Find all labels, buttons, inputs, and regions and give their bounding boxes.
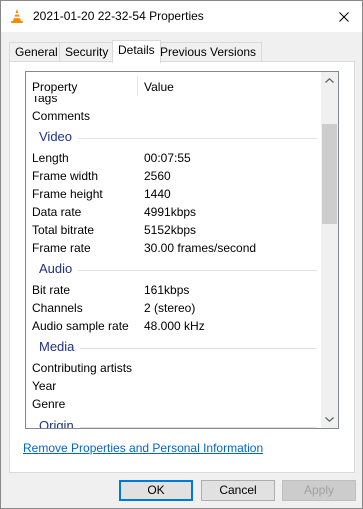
property-value: 161kbps [144,283,190,297]
group-label: Media [39,339,81,354]
property-name: Year [32,379,57,393]
cancel-button[interactable]: Cancel [201,480,275,501]
property-value: 48.000 kHz [144,319,205,333]
group-label: Audio [39,261,79,276]
tab-details[interactable]: Details [112,40,161,63]
vertical-scrollbar[interactable] [321,72,338,428]
properties-dialog: 2021-01-20 22-32-54 Properties General S… [0,0,363,509]
property-name: Frame height [32,187,103,201]
scroll-thumb[interactable] [322,124,337,224]
group-header-video[interactable]: Video [26,127,323,147]
group-divider [39,270,317,271]
property-name: Bit rate [32,283,71,297]
details-panel: Property Value Tags Comments Video Lengt… [9,61,355,473]
column-header-property[interactable]: Property [32,80,77,94]
scroll-down-button[interactable] [321,411,338,428]
property-name: Frame rate [32,241,91,255]
group-header-audio[interactable]: Audio [26,259,323,279]
property-name: Contributing artists [32,361,133,375]
group-header-media[interactable]: Media [26,337,323,357]
group-divider [39,427,317,428]
property-name: Tags [32,96,58,105]
list-item[interactable]: Bit rate 161kbps [32,281,322,299]
property-name: Data rate [32,205,82,219]
group-label: Origin [39,418,80,428]
list-item[interactable]: Tags [32,96,322,107]
close-icon [339,11,349,22]
group-header-origin[interactable]: Origin [26,416,323,428]
list-item[interactable]: Frame width 2560 [32,167,322,185]
vlc-cone-icon [9,8,25,24]
property-name: Channels [32,301,83,315]
list-item[interactable]: Genre [32,395,322,413]
title-bar[interactable]: 2021-01-20 22-32-54 Properties [1,1,362,32]
tab-general[interactable]: General [9,42,64,62]
list-item[interactable]: Year [32,377,322,395]
list-item[interactable]: Channels 2 (stereo) [32,299,322,317]
column-header: Property Value [26,72,323,96]
property-name: Length [32,151,69,165]
chevron-down-icon [325,417,334,422]
list-item[interactable]: Data rate 4991kbps [32,203,322,221]
apply-button[interactable]: Apply [282,480,356,501]
group-divider [39,348,317,349]
property-value: 4991kbps [144,205,197,219]
property-name: Total bitrate [32,223,95,237]
column-separator[interactable] [137,76,138,96]
properties-list[interactable]: Property Value Tags Comments Video Lengt… [25,71,339,429]
tab-strip: General Security Details Previous Versio… [9,40,355,63]
property-rows: Tags Comments Video Length 00:07:55 Fram… [26,96,323,428]
property-value: 5152kbps [144,223,197,237]
list-item[interactable]: Length 00:07:55 [32,149,322,167]
property-value: 00:07:55 [144,151,191,165]
remove-properties-link[interactable]: Remove Properties and Personal Informati… [23,441,263,455]
property-name: Comments [32,109,91,123]
close-button[interactable] [326,1,362,32]
property-name: Frame width [32,169,99,183]
property-value: 2 (stereo) [144,301,196,315]
list-item[interactable]: Total bitrate 5152kbps [32,221,322,239]
scroll-up-button[interactable] [321,72,338,89]
property-value: 2560 [144,169,171,183]
property-name: Audio sample rate [32,319,129,333]
chevron-up-icon [325,78,334,83]
column-header-value[interactable]: Value [144,80,174,94]
group-label: Video [39,129,79,144]
property-value: 30.00 frames/second [144,241,257,255]
list-item[interactable]: Audio sample rate 48.000 kHz [32,317,322,335]
list-item[interactable]: Comments [32,107,322,125]
property-name: Genre [32,397,66,411]
list-item[interactable]: Contributing artists [32,359,322,377]
list-item[interactable]: Frame rate 30.00 frames/second [32,239,322,257]
group-divider [39,138,317,139]
ok-button[interactable]: OK [119,480,193,501]
property-value: 1440 [144,187,171,201]
tab-security[interactable]: Security [59,42,115,62]
list-item[interactable]: Frame height 1440 [32,185,322,203]
tab-previous-versions[interactable]: Previous Versions [154,42,263,62]
window-title: 2021-01-20 22-32-54 Properties [33,9,204,23]
